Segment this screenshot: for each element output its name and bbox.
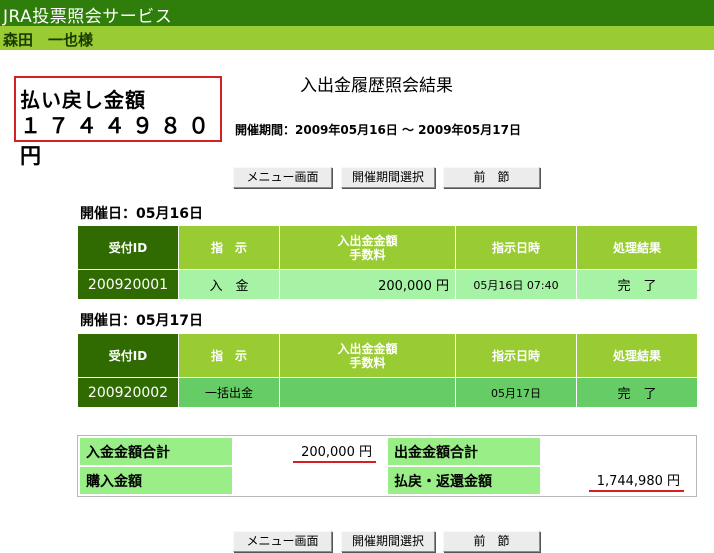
table-header-row: 受付ID 指 示 入出金金額 手数料 指示日時 処理結果 [78,226,697,269]
previous-button[interactable]: 前 節 [443,167,540,188]
result-cell: 完 了 [577,270,697,299]
service-title: JRA投票照会サービス [3,7,173,27]
period-select-button[interactable]: 開催期間選択 [341,167,435,188]
refund-label: 払戻・返還金額 [388,467,540,494]
purchase-label: 購入金額 [80,467,232,494]
day-label: 開催日：05月17日 [80,313,203,329]
menu-button[interactable]: メニュー画面 [233,167,332,188]
col-datetime: 指示日時 [456,226,576,269]
day-label: 開催日：05月16日 [80,206,203,222]
datetime-cell: 05月17日 [456,378,576,407]
table-row: 200920002 一括出金 05月17日 完 了 [78,378,697,407]
period-select-button[interactable]: 開催期間選択 [341,531,435,552]
col-result: 処理結果 [577,334,697,377]
amount-cell: 200,000 円 [280,270,455,299]
menu-button[interactable]: メニュー画面 [233,531,332,552]
summary-table: 入金金額合計 200,000 円 出金金額合計 購入金額 払戻・返還金額 1,7… [77,435,697,497]
instruction-cell: 入 金 [179,270,279,299]
col-result: 処理結果 [577,226,697,269]
col-datetime: 指示日時 [456,334,576,377]
withdraw-total-label: 出金金額合計 [388,438,540,465]
receipt-id-cell: 200920002 [78,378,178,407]
payout-amount: １７４４９８０円 [20,114,216,168]
history-table: 受付ID 指 示 入出金金額 手数料 指示日時 処理結果 200920001 入 … [77,225,698,300]
refund-value-cell: 1,744,980 円 [542,467,694,494]
col-fee-label: 手数料 [349,247,386,262]
user-name: 森田 一也様 [3,31,94,49]
table-header-row: 受付ID 指 示 入出金金額 手数料 指示日時 処理結果 [78,334,697,377]
col-receipt-id: 受付ID [78,334,178,377]
instruction-cell: 一括出金 [179,378,279,407]
payout-amount-box: 払い戻し金額 １７４４９８０円 [14,76,222,168]
col-instruction: 指 示 [179,334,279,377]
col-amount: 入出金金額 手数料 [280,334,455,377]
summary-row: 入金金額合計 200,000 円 出金金額合計 [80,438,694,465]
col-instruction: 指 示 [179,226,279,269]
col-amount: 入出金金額 手数料 [280,226,455,269]
purchase-value [234,467,386,494]
col-amount-label: 入出金金額 [337,341,398,356]
datetime-cell: 05月16日 07:40 [456,270,576,299]
refund-value: 1,744,980 円 [588,470,684,492]
amount-cell [280,378,455,407]
history-table: 受付ID 指 示 入出金金額 手数料 指示日時 処理結果 200920002 一括… [77,333,698,408]
table-row: 200920001 入 金 200,000 円 05月16日 07:40 完 了 [78,270,697,299]
deposit-total-value-cell: 200,000 円 [234,438,386,465]
col-fee-label: 手数料 [349,355,386,370]
withdraw-total-value [542,438,694,465]
col-receipt-id: 受付ID [78,226,178,269]
service-header: JRA投票照会サービス [0,0,714,27]
payout-label: 払い戻し金額 [20,88,146,112]
result-cell: 完 了 [577,378,697,407]
user-bar: 森田 一也様 [0,26,714,50]
col-amount-label: 入出金金額 [337,233,398,248]
summary-row: 購入金額 払戻・返還金額 1,744,980 円 [80,467,694,494]
receipt-id-cell: 200920001 [78,270,178,299]
previous-button[interactable]: 前 節 [443,531,540,552]
deposit-total-value: 200,000 円 [293,441,376,463]
period-text: 開催期間：2009年05月16日 ～ 2009年05月17日 [235,123,521,137]
deposit-total-label: 入金金額合計 [80,438,232,465]
page-title: 入出金履歴照会結果 [300,76,453,96]
